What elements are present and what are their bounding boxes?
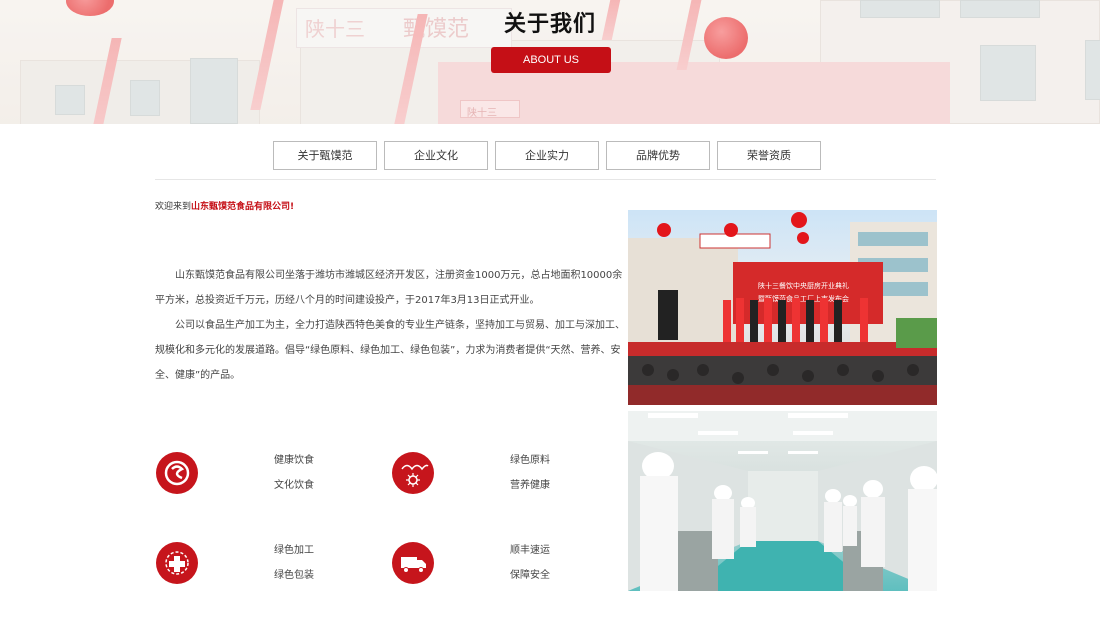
feature-line: 绿色加工: [274, 545, 314, 556]
wheat-icon: [392, 452, 434, 494]
company-intro: 山东甄馍范食品有限公司坐落于潍坊市潍城区经济开发区，注册资金1000万元，总占地…: [155, 263, 628, 388]
tab-about-company[interactable]: 关于甄馍范: [273, 141, 377, 170]
feature-line: 营养健康: [510, 480, 550, 491]
factory-workshop-photo: [628, 411, 937, 591]
opening-ceremony-photo: 陕十三餐饮中央厨房开业典礼 暨甄馍范食品工厂上市发布会 潍: [628, 210, 937, 405]
welcome-line: 欢迎来到山东甄馍范食品有限公司!: [155, 199, 294, 212]
food-logo-icon: [156, 452, 198, 494]
company-name: 山东甄馍范食品有限公司!: [191, 202, 295, 212]
tab-brand-advantage[interactable]: 品牌优势: [606, 141, 710, 170]
feature-line: 文化饮食: [274, 480, 314, 491]
feature-line: 绿色原料: [510, 455, 550, 466]
feature-line: 保障安全: [510, 570, 550, 581]
welcome-prefix: 欢迎来到: [155, 202, 192, 212]
tab-corporate-strength[interactable]: 企业实力: [495, 141, 599, 170]
feature-text: 顺丰速运 保障安全: [510, 538, 550, 588]
page-title: 关于我们: [503, 12, 596, 37]
about-us-button[interactable]: ABOUT US: [491, 47, 611, 73]
tab-corporate-culture[interactable]: 企业文化: [384, 141, 488, 170]
feature-text: 绿色原料 营养健康: [510, 448, 550, 498]
delivery-truck-icon: [392, 542, 434, 584]
event-banner-text-1: 陕十三餐饮中央厨房开业典礼: [758, 281, 849, 290]
tab-honors[interactable]: 荣誉资质: [717, 141, 821, 170]
health-cross-icon: [156, 542, 198, 584]
hero-banner: 陕十三 陕十三 甄馍范 关于我们 ABOUT US: [0, 0, 1100, 124]
feature-text: 健康饮食 文化饮食: [274, 448, 314, 498]
feature-line: 绿色包装: [274, 570, 314, 581]
intro-paragraph-1: 山东甄馍范食品有限公司坐落于潍坊市潍城区经济开发区，注册资金1000万元，总占地…: [155, 270, 623, 306]
feature-text: 绿色加工 绿色包装: [274, 538, 314, 588]
feature-line: 健康饮食: [274, 455, 314, 466]
intro-paragraph-2: 公司以食品生产加工为主，全力打造陕西特色美食的专业生产链条，坚持加工与贸易、加工…: [155, 320, 625, 381]
section-tabs: 关于甄馍范 企业文化 企业实力 品牌优势 荣誉资质: [273, 141, 821, 170]
divider: [155, 179, 936, 180]
feature-line: 顺丰速运: [510, 545, 550, 556]
